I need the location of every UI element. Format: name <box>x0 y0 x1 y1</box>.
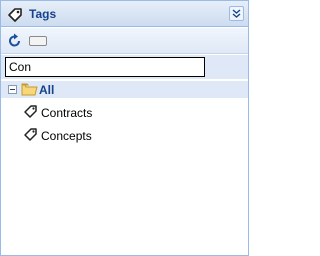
tree-item-label: Contracts <box>41 106 93 120</box>
collapse-button[interactable] <box>229 6 244 21</box>
tree-item-label: Concepts <box>41 129 92 143</box>
tag-icon <box>23 127 39 146</box>
clear-filter-button[interactable] <box>29 36 47 46</box>
toolbar <box>1 28 248 54</box>
refresh-button[interactable] <box>7 33 23 52</box>
tree-item-contracts[interactable]: Contracts <box>1 102 248 122</box>
tags-panel: Tags All <box>0 0 249 256</box>
double-chevron-down-icon <box>232 9 241 18</box>
tree-root-label: All <box>39 83 55 97</box>
panel-title: Tags <box>29 7 57 21</box>
tree-item-concepts[interactable]: Concepts <box>1 125 248 145</box>
search-input[interactable] <box>5 57 205 77</box>
folder-open-icon <box>21 82 38 100</box>
search-bar <box>1 55 248 79</box>
tree-root-all[interactable]: All <box>1 81 248 98</box>
panel-header: Tags <box>1 1 248 27</box>
refresh-icon <box>9 33 20 47</box>
tag-icon <box>23 104 39 123</box>
tag-icon <box>6 6 24 27</box>
collapse-toggle-icon[interactable] <box>8 85 17 94</box>
